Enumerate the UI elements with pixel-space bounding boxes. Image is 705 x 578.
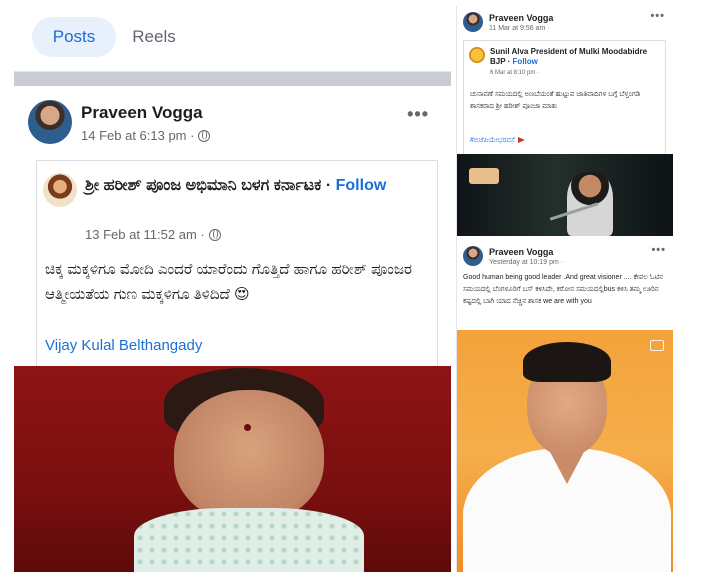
globe-icon	[198, 129, 211, 142]
shared-signature-link[interactable]: Vijay Kulal Belthangady	[45, 337, 202, 354]
video-thumbnail[interactable]	[457, 154, 673, 236]
author-avatar[interactable]	[463, 246, 483, 266]
shared-timestamp[interactable]: 13 Feb at 11:52 am ·	[85, 227, 221, 242]
more-options-icon[interactable]: •••	[651, 244, 666, 256]
globe-icon	[208, 228, 221, 241]
second-post: Praveen Vogga Yesterday at 10:19 pm · ••…	[457, 238, 673, 330]
right-posts-screenshot: Praveen Vogga 11 Mar at 9:56 am · ••• Su…	[456, 6, 673, 572]
author-name[interactable]: Praveen Vogga	[81, 103, 203, 123]
photo-hair	[523, 342, 611, 382]
cast-icon[interactable]	[650, 340, 664, 351]
photo-face	[174, 390, 324, 522]
profile-tabs: Posts Reels	[14, 0, 451, 72]
shared-post-text: ಚಿಕ್ಕ ಮಕ್ಕಳಿಗೂ ಮೋದಿ ಎಂದರೆ ಯಾರೆಂದು ಗೊತ್ತಿ…	[45, 261, 412, 303]
follow-button[interactable]: Follow	[513, 57, 538, 66]
shared-page-title: Sunil Alva President of Mulki Moodabidre…	[490, 47, 648, 66]
more-options-icon[interactable]: •••	[407, 104, 429, 125]
follow-button[interactable]: Follow	[336, 177, 387, 194]
shared-post-card[interactable]: Sunil Alva President of Mulki Moodabidre…	[463, 40, 666, 156]
photo-dress	[134, 508, 364, 572]
photo-bindi	[244, 424, 251, 431]
page-avatar[interactable]	[43, 173, 77, 207]
shared-timestamp[interactable]: 6 Mar at 8:10 pm ·	[490, 70, 539, 76]
page-avatar[interactable]	[469, 47, 485, 63]
tab-posts[interactable]: Posts	[32, 17, 116, 57]
post-text: Good human being good leader .And great …	[463, 274, 664, 305]
shared-timestamp-text: 13 Feb at 11:52 am ·	[85, 227, 205, 242]
portrait-photo[interactable]	[457, 330, 673, 572]
section-divider	[14, 72, 451, 86]
post-header: Praveen Vogga 14 Feb at 6:13 pm · •••	[14, 86, 451, 156]
author-name[interactable]: Praveen Vogga	[489, 247, 553, 257]
post-timestamp[interactable]: Yesterday at 10:19 pm ·	[489, 259, 563, 266]
channel-logo	[469, 168, 499, 184]
timestamp-text: 14 Feb at 6:13 pm ·	[81, 128, 195, 143]
more-options-icon[interactable]: •••	[650, 10, 665, 22]
shared-post-text: ಚುನಾವಣೆ ಸಮಯದಲ್ಲಿ ಅಣಬೆಯಂತೆ ಹುಟ್ಟುವ ಜಾತಿವಾ…	[470, 91, 641, 110]
post-timestamp[interactable]: 14 Feb at 6:13 pm ·	[81, 128, 211, 143]
shared-page-title: ಶ್ರೀ ಹರೀಶ್ ಪೂಂಜ ಅಭಿಮಾನಿ ಬಳಗ ಕರ್ನಾಟಕ · Fo…	[85, 177, 387, 194]
tab-reels[interactable]: Reels	[122, 17, 186, 57]
author-avatar[interactable]	[28, 100, 72, 144]
page-name[interactable]: ಶ್ರೀ ಹರೀಶ್ ಪೂಂಜ ಅಭಿಮಾನಿ ಬಳಗ ಕರ್ನಾಟಕ	[85, 177, 321, 194]
author-name[interactable]: Praveen Vogga	[489, 13, 553, 23]
left-post-screenshot: Posts Reels Praveen Vogga 14 Feb at 6:13…	[14, 0, 451, 572]
shared-post-card[interactable]: ಶ್ರೀ ಹರೀಶ್ ಪೂಂಜ ಅಭಿಮಾನಿ ಬಳಗ ಕರ್ನಾಟಕ · Fo…	[36, 160, 438, 366]
post-photo-child[interactable]	[14, 366, 451, 572]
post-timestamp[interactable]: 11 Mar at 9:56 am ·	[489, 25, 550, 32]
author-avatar[interactable]	[463, 12, 483, 32]
hashtag-link[interactable]: #ಬಿಜೆಪಿಯೇಭರವಸೆ	[470, 137, 525, 145]
